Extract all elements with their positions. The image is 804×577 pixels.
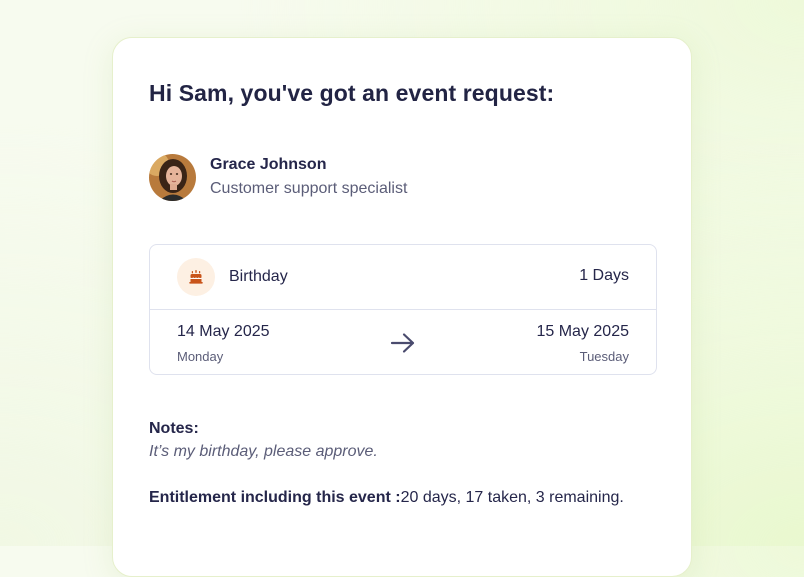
requester-role: Customer support specialist [210, 180, 408, 197]
start-date-block: 14 May 2025 Monday [177, 322, 270, 365]
event-details-box: Birthday 1 Days 14 May 2025 Monday 15 Ma… [149, 244, 657, 375]
requester-info: Grace Johnson Customer support specialis… [149, 154, 407, 201]
avatar [149, 154, 196, 201]
event-request-card: Hi Sam, you've got an event request: Gra… [112, 37, 692, 577]
greeting-title: Hi Sam, you've got an event request: [149, 80, 555, 106]
end-day: Tuesday [579, 349, 629, 364]
notes-label: Notes: [149, 420, 199, 437]
arrow-right-icon [389, 331, 417, 360]
entitlement-value: 20 days, 17 taken, 3 remaining. [400, 489, 624, 506]
event-type-label: Birthday [229, 268, 288, 285]
event-summary-row: Birthday 1 Days [150, 245, 656, 310]
event-duration: 1 Days [579, 267, 629, 284]
person-avatar-icon [149, 154, 196, 201]
requester-name: Grace Johnson [210, 156, 327, 173]
birthday-cake-icon [177, 258, 215, 296]
event-dates-row: 14 May 2025 Monday 15 May 2025 Tuesday [150, 310, 656, 375]
notes-text: It’s my birthday, please approve. [149, 443, 378, 460]
start-day: Monday [177, 349, 224, 364]
entitlement-label: Entitlement including this event : [149, 489, 401, 506]
start-date: 14 May 2025 [177, 323, 270, 340]
requester-text: Grace Johnson Customer support specialis… [210, 154, 407, 201]
entitlement-summary: Entitlement including this event :20 day… [149, 489, 624, 507]
end-date: 15 May 2025 [536, 323, 629, 340]
end-date-block: 15 May 2025 Tuesday [536, 322, 629, 365]
